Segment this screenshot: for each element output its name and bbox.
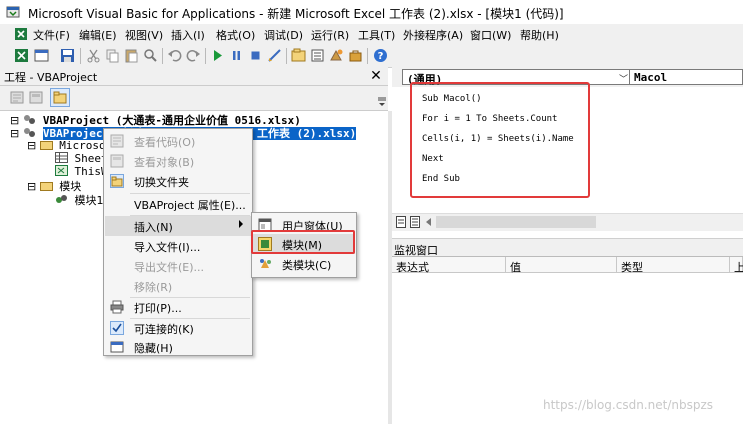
vba-project-icon <box>24 128 36 137</box>
menu-window[interactable]: 窗口(W) <box>470 27 511 43</box>
menu-tools[interactable]: 工具(T) <box>358 27 395 43</box>
break-icon[interactable] <box>229 48 244 63</box>
redo-icon[interactable] <box>186 48 201 63</box>
design-mode-icon[interactable] <box>267 48 282 63</box>
menu-item-remove[interactable]: 移除(R) <box>105 276 251 296</box>
submenu-arrow-icon <box>239 220 243 228</box>
undo-icon[interactable] <box>167 48 182 63</box>
toolbox-icon[interactable] <box>348 48 363 63</box>
project-pane-toolbar <box>0 86 388 111</box>
menu-help[interactable]: 帮助(H) <box>520 27 559 43</box>
menu-item-dockable[interactable]: 可连接的(K) <box>105 318 251 338</box>
watch-col-type[interactable]: 类型 <box>617 257 730 274</box>
menu-debug[interactable]: 调试(D) <box>264 27 303 43</box>
module-icon <box>56 195 67 203</box>
menu-item-import[interactable]: 导入文件(I)... <box>105 236 251 256</box>
menu-item-hide[interactable]: 隐藏(H) <box>105 337 251 357</box>
vba-project-icon <box>24 115 36 124</box>
cut-icon[interactable] <box>86 48 101 63</box>
workbook-icon <box>55 165 68 176</box>
excel-icon[interactable] <box>14 27 28 41</box>
run-icon[interactable] <box>210 48 225 63</box>
project-pane-header: 工程 - VBAProject <box>0 67 388 86</box>
paste-icon[interactable] <box>124 48 139 63</box>
folder-icon <box>110 174 124 188</box>
full-module-view-icon[interactable] <box>410 216 420 228</box>
watch-col-context[interactable]: 上 <box>730 257 743 274</box>
class-module-icon <box>260 259 271 268</box>
menu-item-toggle-folders[interactable]: 切换文件夹 <box>105 171 251 191</box>
reset-icon[interactable] <box>248 48 263 63</box>
save-icon[interactable] <box>60 48 75 63</box>
watch-window-titlebar: 监视窗口 <box>392 238 743 257</box>
procedure-combo[interactable]: Macol <box>629 69 743 85</box>
context-menu: 查看代码(O) 查看对象(B) 切换文件夹 VBAProject 属性(E)..… <box>103 128 253 356</box>
code-hscroll <box>392 213 743 231</box>
insert-userform-icon[interactable] <box>34 48 49 63</box>
menu-edit[interactable]: 编辑(E) <box>79 27 117 43</box>
project-pane-title: 工程 - VBAProject <box>4 71 98 84</box>
worksheet-icon <box>55 152 68 163</box>
svg-text:?: ? <box>378 51 384 62</box>
menu-item-view-code[interactable]: 查看代码(O) <box>105 131 251 151</box>
printer-icon <box>110 300 124 314</box>
procedure-view-icon[interactable] <box>396 216 406 228</box>
menu-addins[interactable]: 外接程序(A) <box>403 27 463 43</box>
menu-insert[interactable]: 插入(I) <box>171 27 205 43</box>
menu-run[interactable]: 运行(R) <box>311 27 349 43</box>
folder-icon <box>53 91 67 104</box>
title-bar: Microsoft Visual Basic for Applications … <box>0 0 743 24</box>
standard-toolbar: ? <box>0 45 743 68</box>
menu-item-print[interactable]: 打印(P)... <box>105 297 251 317</box>
tree-item-module1[interactable]: 模块1 <box>55 192 104 208</box>
submenu-item-class-module[interactable]: 类模块(C) <box>253 254 355 274</box>
close-icon[interactable]: ✕ <box>369 69 383 83</box>
menu-item-view-object[interactable]: 查看对象(B) <box>105 151 251 171</box>
pane-options-icon[interactable] <box>378 94 386 108</box>
hide-window-icon <box>110 341 124 353</box>
highlight-box-code <box>410 82 590 198</box>
properties-window-icon[interactable] <box>310 48 325 63</box>
watch-col-value[interactable]: 值 <box>506 257 617 274</box>
checkmark-icon <box>110 321 124 335</box>
watermark-text: https://blog.csdn.net/nbspzs <box>543 398 714 412</box>
menu-view[interactable]: 视图(V) <box>125 27 163 43</box>
chevron-down-icon: ﹀ <box>618 75 628 85</box>
view-object-icon <box>110 154 124 168</box>
menu-item-insert[interactable]: 插入(N) <box>105 216 251 236</box>
copy-icon[interactable] <box>105 48 120 63</box>
menu-file[interactable]: 文件(F) <box>33 27 70 43</box>
toggle-folders-button[interactable] <box>50 88 70 107</box>
window-title: Microsoft Visual Basic for Applications … <box>28 7 564 21</box>
view-excel-icon[interactable] <box>14 48 29 63</box>
scroll-left-icon[interactable] <box>425 218 433 226</box>
view-code-icon <box>110 134 124 148</box>
view-code-icon[interactable] <box>10 91 24 104</box>
help-icon[interactable]: ? <box>373 48 388 63</box>
find-icon[interactable] <box>143 48 158 63</box>
menu-bar: 文件(F) 编辑(E) 视图(V) 插入(I) 格式(O) 调试(D) 运行(R… <box>0 24 743 46</box>
highlight-box-module <box>251 230 355 254</box>
menu-item-properties[interactable]: VBAProject 属性(E)... <box>105 194 251 214</box>
folder-icon <box>39 141 53 150</box>
folder-icon <box>39 182 53 191</box>
menu-format[interactable]: 格式(O) <box>216 27 255 43</box>
menu-item-export[interactable]: 导出文件(E)... <box>105 256 251 276</box>
scrollbar-thumb[interactable] <box>436 216 596 228</box>
vba-app-icon <box>6 6 20 18</box>
project-explorer-icon[interactable] <box>291 48 306 63</box>
view-object-icon[interactable] <box>29 91 43 104</box>
watch-col-expression[interactable]: 表达式 <box>392 257 506 274</box>
object-browser-icon[interactable] <box>329 48 344 63</box>
